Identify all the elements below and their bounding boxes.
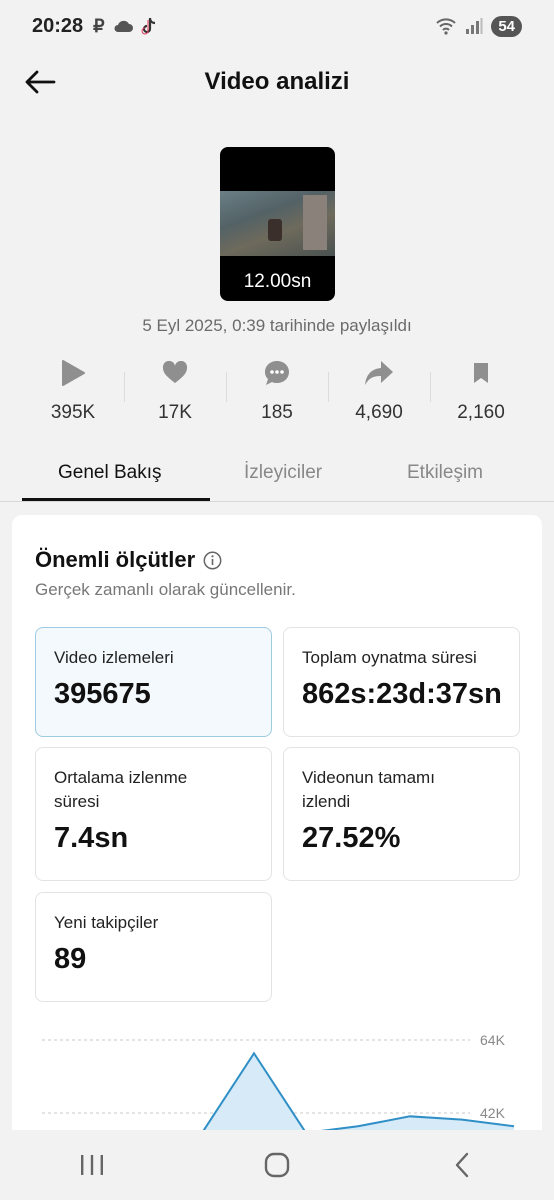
info-icon[interactable] bbox=[203, 551, 222, 570]
metric-label: Yeni takipçiler bbox=[54, 913, 159, 932]
currency-p-icon: ₽ bbox=[93, 15, 105, 36]
header: Video analizi bbox=[0, 52, 554, 112]
metric-video-views[interactable]: Video izlemeleri 395675 bbox=[35, 627, 272, 737]
stat-value: 4,690 bbox=[355, 402, 403, 423]
home-button[interactable] bbox=[185, 1130, 370, 1200]
section-title: Önemli ölçütler bbox=[35, 547, 222, 573]
metric-label: Toplam oynatma süresi bbox=[302, 648, 477, 667]
metrics-card: Önemli ölçütler Gerçek zamanlı olarak gü… bbox=[12, 515, 542, 1175]
tab-viewers[interactable]: İzleyiciler bbox=[244, 462, 322, 484]
section-title-text: Önemli ölçütler bbox=[35, 547, 196, 572]
battery-indicator: 54 bbox=[491, 15, 522, 37]
page-title: Video analizi bbox=[204, 68, 350, 95]
section-subtitle: Gerçek zamanlı olarak güncellenir. bbox=[35, 580, 296, 599]
chart-y-tick-label: 42K bbox=[480, 1105, 506, 1121]
system-nav-bar bbox=[0, 1130, 554, 1200]
status-time: 20:28 bbox=[32, 14, 84, 37]
recent-apps-icon bbox=[81, 1155, 104, 1175]
metric-label: Videonun tamamı izlendi bbox=[302, 768, 435, 811]
metric-value: 27.52% bbox=[302, 822, 401, 854]
tab-overview[interactable]: Genel Bakış bbox=[58, 462, 162, 484]
back-nav-button[interactable] bbox=[369, 1130, 554, 1200]
tiktok-icon bbox=[141, 17, 155, 35]
bookmark-icon bbox=[474, 363, 488, 383]
share-icon bbox=[365, 361, 393, 385]
metric-value: 89 bbox=[54, 943, 87, 975]
metric-new-followers[interactable]: Yeni takipçiler 89 bbox=[35, 892, 272, 1002]
play-icon bbox=[62, 360, 85, 386]
metric-label: Video izlemeleri bbox=[54, 648, 174, 667]
status-bar: 20:28 ₽ 54 bbox=[0, 0, 554, 52]
metric-value: 862s:23d:37sn bbox=[302, 678, 502, 710]
stat-value: 17K bbox=[158, 402, 192, 423]
stat-comments: 185 bbox=[226, 356, 328, 428]
tab-engagement[interactable]: Etkileşim bbox=[407, 462, 483, 484]
home-icon bbox=[264, 1152, 290, 1178]
recent-apps-button[interactable] bbox=[0, 1130, 185, 1200]
cloud-icon bbox=[114, 20, 133, 32]
posted-date: 5 Eyl 2025, 0:39 tarihinde paylaşıldı bbox=[142, 316, 412, 335]
metric-label: Ortalama izlenme süresi bbox=[54, 768, 188, 811]
stat-shares: 4,690 bbox=[328, 356, 430, 428]
video-duration: 12.00sn bbox=[243, 271, 312, 292]
status-icons: ₽ bbox=[93, 16, 156, 37]
video-thumbnail[interactable]: 12.00sn bbox=[220, 147, 335, 301]
comment-icon bbox=[265, 361, 289, 385]
stat-value: 185 bbox=[261, 402, 293, 423]
metric-value: 395675 bbox=[54, 678, 151, 710]
stat-saves: 2,160 bbox=[430, 356, 532, 428]
heart-icon bbox=[162, 361, 188, 383]
chart-y-tick-label: 64K bbox=[480, 1032, 506, 1048]
chevron-left-icon bbox=[455, 1152, 468, 1178]
signal-icon bbox=[466, 18, 483, 34]
stat-views: 395K bbox=[22, 356, 124, 428]
status-right: 54 bbox=[435, 15, 522, 37]
metric-total-playtime[interactable]: Toplam oynatma süresi 862s:23d:37sn bbox=[283, 627, 520, 737]
metric-average-watch-time[interactable]: Ortalama izlenme süresi 7.4sn bbox=[35, 747, 272, 881]
stat-value: 395K bbox=[50, 402, 96, 423]
wifi-icon bbox=[436, 18, 457, 35]
metric-value: 7.4sn bbox=[54, 822, 129, 854]
stat-likes: 17K bbox=[124, 356, 226, 428]
active-tab-indicator bbox=[22, 498, 210, 501]
video-frame bbox=[220, 191, 335, 256]
stats-row: 395K 17K 185 4,690 2,160 bbox=[22, 356, 532, 428]
tab-bar: Genel Bakış İzleyiciler Etkileşim bbox=[0, 448, 554, 502]
stat-value: 2,160 bbox=[457, 402, 505, 423]
metric-full-video-watched[interactable]: Videonun tamamı izlendi 27.52% bbox=[283, 747, 520, 881]
